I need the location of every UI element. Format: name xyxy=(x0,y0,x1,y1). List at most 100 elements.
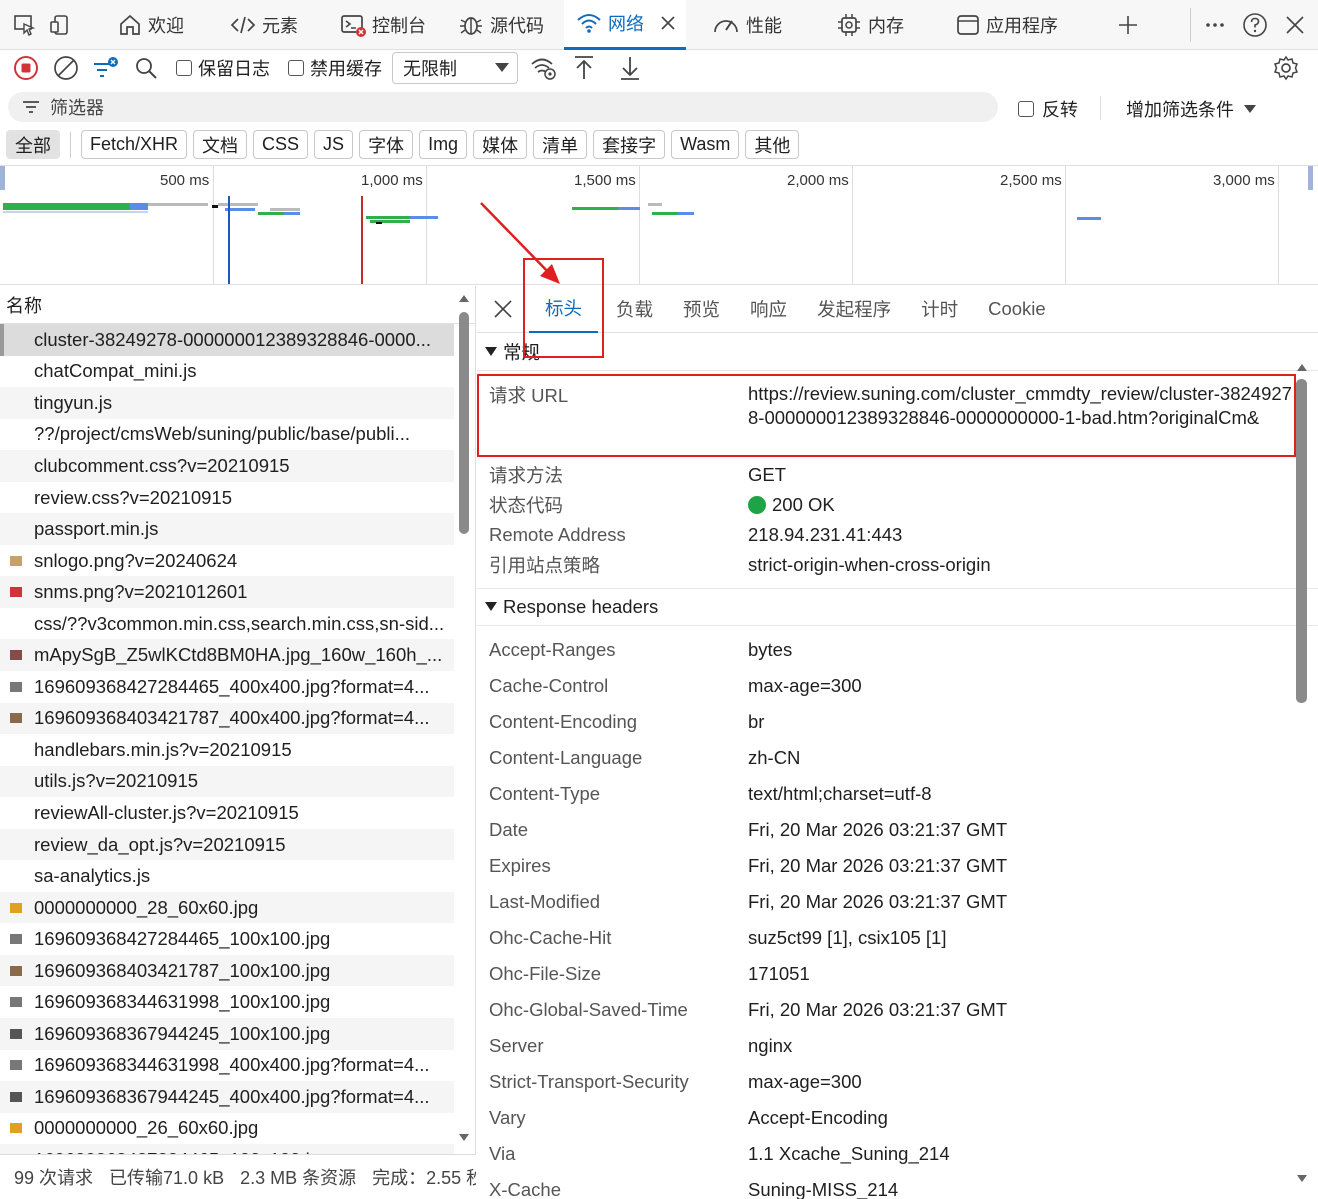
request-row[interactable]: cluster-38249278-000000012389328846-0000… xyxy=(0,324,454,356)
overview-right-handle[interactable] xyxy=(1308,166,1313,190)
preserve-log-checkbox[interactable]: 保留日志 xyxy=(176,55,270,81)
request-row[interactable]: mApySgB_Z5wlKCtd8BM0HA.jpg_160w_160h_... xyxy=(0,639,454,672)
tab-response[interactable]: 响应 xyxy=(736,286,803,333)
request-row[interactable]: review.css?v=20210915 xyxy=(0,482,454,514)
request-row[interactable]: css/??v3common.min.css,search.min.css,sn… xyxy=(0,608,454,640)
name-column-header[interactable]: 名称 xyxy=(0,286,475,324)
request-row[interactable]: review_da_opt.js?v=20210915 xyxy=(0,828,454,861)
detail-scrollbar[interactable] xyxy=(1293,335,1311,1195)
clear-icon[interactable] xyxy=(48,50,84,86)
type-filter-css[interactable]: CSS xyxy=(253,130,309,159)
type-filter-fetch-xhr[interactable]: Fetch/XHR xyxy=(81,130,188,159)
request-row[interactable]: utils.js?v=20210915 xyxy=(0,765,454,798)
add-tab-icon[interactable] xyxy=(1110,7,1146,43)
request-row[interactable]: snms.png?v=2021012601 xyxy=(0,576,454,608)
response-headers-section-header[interactable]: Response headers xyxy=(477,588,1318,626)
checkbox-box[interactable] xyxy=(1018,101,1034,117)
close-devtools-icon[interactable] xyxy=(1277,7,1313,43)
scrollbar-thumb[interactable] xyxy=(1296,379,1307,703)
request-row[interactable]: snlogo.png?v=20240624 xyxy=(0,545,454,577)
request-row[interactable]: 169609368403421787_400x400.jpg?format=4.… xyxy=(0,702,454,735)
scroll-up-icon[interactable] xyxy=(1295,361,1309,373)
network-overview-timeline[interactable]: 500 ms 1,000 ms 1,500 ms 2,000 ms 2,500 … xyxy=(0,165,1318,285)
request-row[interactable]: tingyun.js xyxy=(0,387,454,419)
throttling-select[interactable]: 无限制 xyxy=(392,52,518,84)
tab-initiator[interactable]: 发起程序 xyxy=(803,286,907,333)
stop-recording-icon[interactable] xyxy=(8,50,44,86)
request-row[interactable]: clubcomment.css?v=20210915 xyxy=(0,450,454,482)
scroll-down-icon[interactable] xyxy=(457,1132,471,1144)
close-detail-icon[interactable] xyxy=(477,286,529,333)
request-row[interactable]: 169609368367944245_400x400.jpg?format=4.… xyxy=(0,1081,454,1113)
tab-label: 预览 xyxy=(683,299,721,320)
request-row[interactable]: reviewAll-cluster.js?v=20210915 xyxy=(0,797,454,829)
type-filter-manifest[interactable]: 清单 xyxy=(533,130,588,159)
type-filter-font[interactable]: 字体 xyxy=(359,130,414,159)
tab-preview[interactable]: 预览 xyxy=(669,286,736,333)
overview-left-handle[interactable] xyxy=(0,166,5,190)
request-row[interactable]: 169609368367944245_100x100.jpg xyxy=(0,1018,454,1050)
tab-elements[interactable]: 元素 xyxy=(218,0,310,50)
filter-toggle-icon[interactable] xyxy=(88,50,124,86)
type-filter-media[interactable]: 媒体 xyxy=(473,130,528,159)
code-tag-icon xyxy=(230,16,256,33)
checkbox-box[interactable] xyxy=(176,60,192,76)
request-row[interactable]: 169609368344631998_400x400.jpg?format=4.… xyxy=(0,1050,454,1082)
import-har-icon[interactable] xyxy=(566,50,602,86)
tab-console[interactable]: 控制台 xyxy=(328,0,438,50)
add-filter-label: 增加筛选条件 xyxy=(1126,100,1234,120)
type-filter-doc[interactable]: 文档 xyxy=(193,130,248,159)
request-row[interactable]: 0000000000_28_60x60.jpg xyxy=(0,891,454,924)
type-filter-other[interactable]: 其他 xyxy=(745,130,800,159)
tab-performance[interactable]: 性能 xyxy=(700,0,794,50)
type-filter-js[interactable]: JS xyxy=(314,130,354,159)
tab-payload[interactable]: 负载 xyxy=(598,286,669,333)
scrollbar-thumb[interactable] xyxy=(459,312,469,534)
export-har-icon[interactable] xyxy=(612,50,648,86)
request-row[interactable]: 169609368344631998_100x100.jpg xyxy=(0,986,454,1018)
request-list-scrollbar[interactable] xyxy=(457,286,471,1154)
request-row[interactable]: 0000000000_26_60x60.jpg xyxy=(0,1113,454,1145)
tab-timing[interactable]: 计时 xyxy=(907,286,974,333)
request-row[interactable]: 169609368427284465_400x400.jpg?format=4.… xyxy=(0,671,454,703)
filter-placeholder: 筛选器 xyxy=(50,98,104,118)
type-filter-wasm[interactable]: Wasm xyxy=(671,130,740,159)
request-row[interactable]: handlebars.min.js?v=20210915 xyxy=(0,734,454,766)
inspect-element-icon[interactable] xyxy=(6,7,42,43)
tab-memory[interactable]: 内存 xyxy=(824,0,916,50)
filter-input[interactable]: 筛选器 xyxy=(8,92,998,122)
tab-sources[interactable]: 源代码 xyxy=(446,0,556,50)
request-row[interactable]: 169609368403421787_100x100.jpg xyxy=(0,954,454,987)
tab-network[interactable]: 网络 xyxy=(564,0,686,50)
timeline-bar xyxy=(284,212,300,215)
resources-size: 2.3 MB 条资源 xyxy=(240,1168,357,1188)
request-row[interactable]: sa-analytics.js xyxy=(0,860,454,892)
type-filter-img[interactable]: Img xyxy=(419,130,468,159)
disable-cache-checkbox[interactable]: 禁用缓存 xyxy=(288,55,382,81)
request-row[interactable]: 169609368427284465_100x100.jpg xyxy=(0,1144,454,1154)
timeline-tick-label: 2,500 ms xyxy=(1000,172,1062,189)
scroll-down-icon[interactable] xyxy=(1295,1173,1309,1185)
search-icon[interactable] xyxy=(128,50,164,86)
help-icon[interactable] xyxy=(1237,7,1273,43)
network-conditions-icon[interactable] xyxy=(526,50,562,86)
request-row[interactable]: 169609368427284465_100x100.jpg xyxy=(0,923,454,955)
scroll-up-icon[interactable] xyxy=(457,292,471,304)
request-row[interactable]: ??/project/cmsWeb/suning/public/base/pub… xyxy=(0,419,454,451)
settings-gear-icon[interactable] xyxy=(1268,50,1304,86)
close-icon[interactable] xyxy=(658,13,678,33)
tab-application[interactable]: 应用程序 xyxy=(944,0,1070,50)
tab-welcome[interactable]: 欢迎 xyxy=(106,0,196,50)
add-filter-dropdown[interactable]: 增加筛选条件 xyxy=(1126,96,1256,122)
request-name: sa-analytics.js xyxy=(34,865,151,887)
tab-cookies[interactable]: Cookie xyxy=(974,286,1062,333)
device-emulation-icon[interactable] xyxy=(42,7,78,43)
invert-checkbox[interactable]: 反转 xyxy=(1018,96,1078,122)
request-row[interactable]: passport.min.js xyxy=(0,513,454,545)
request-row[interactable]: chatCompat_mini.js xyxy=(0,356,454,388)
more-options-icon[interactable] xyxy=(1197,7,1233,43)
type-filter-all[interactable]: 全部 xyxy=(6,130,60,159)
checkbox-box[interactable] xyxy=(288,60,304,76)
image-thumbnail-icon xyxy=(10,1028,22,1039)
type-filter-socket[interactable]: 套接字 xyxy=(593,130,666,159)
